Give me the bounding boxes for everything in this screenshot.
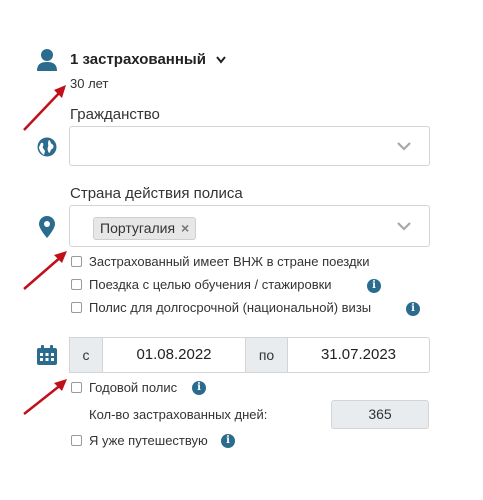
already-travelling-checkbox[interactable]	[71, 435, 82, 446]
info-icon[interactable]: i	[367, 279, 381, 293]
long-term-visa-checkbox[interactable]	[71, 302, 82, 313]
date-from-input[interactable]: 01.08.2022	[102, 337, 246, 373]
annual-policy-checkbox[interactable]	[71, 382, 82, 393]
citizenship-select[interactable]	[69, 126, 430, 166]
calendar-icon	[37, 345, 57, 365]
tag-remove-icon[interactable]: ×	[181, 220, 189, 236]
study-trip-label: Поездка с целью обучения / стажировки	[89, 277, 332, 292]
annotation-arrow-1	[23, 85, 66, 131]
date-to-input[interactable]: 31.07.2023	[287, 337, 430, 373]
policy-country-label: Страна действия полиса	[70, 185, 243, 202]
country-tag: Португалия ×	[93, 217, 197, 240]
info-icon[interactable]: i	[221, 434, 235, 448]
date-to-label: по	[245, 337, 288, 373]
insured-age: 30 лет	[70, 76, 109, 91]
annotation-arrow-2	[23, 251, 67, 290]
user-icon	[37, 48, 57, 72]
chevron-down-icon	[216, 56, 227, 64]
insured-days-label: Кол-во застрахованных дней:	[89, 407, 268, 422]
insured-count-dropdown[interactable]: 1 застрахованный	[70, 51, 227, 71]
annual-policy-label: Годовой полис	[89, 380, 178, 395]
citizenship-label: Гражданство	[70, 106, 160, 123]
globe-icon	[37, 137, 57, 157]
insured-days-value: 365	[331, 400, 429, 429]
country-tag-label: Португалия	[100, 220, 176, 236]
chevron-down-icon	[397, 222, 411, 231]
long-term-visa-label: Полис для долгосрочной (национальной) ви…	[89, 300, 372, 315]
info-icon[interactable]: i	[406, 302, 420, 316]
study-trip-checkbox[interactable]	[71, 279, 82, 290]
map-pin-icon	[39, 216, 55, 238]
insured-count-label: 1 застрахованный	[70, 51, 206, 68]
residence-permit-checkbox[interactable]	[71, 256, 82, 267]
policy-country-select[interactable]: Португалия ×	[69, 205, 430, 247]
date-from-label: с	[69, 337, 103, 373]
residence-permit-label: Застрахованный имеет ВНЖ в стране поездк…	[89, 254, 370, 269]
info-icon[interactable]: i	[192, 381, 206, 395]
annotation-arrow-3	[23, 379, 67, 415]
chevron-down-icon	[397, 142, 411, 151]
already-travelling-label: Я уже путешествую	[89, 433, 208, 448]
